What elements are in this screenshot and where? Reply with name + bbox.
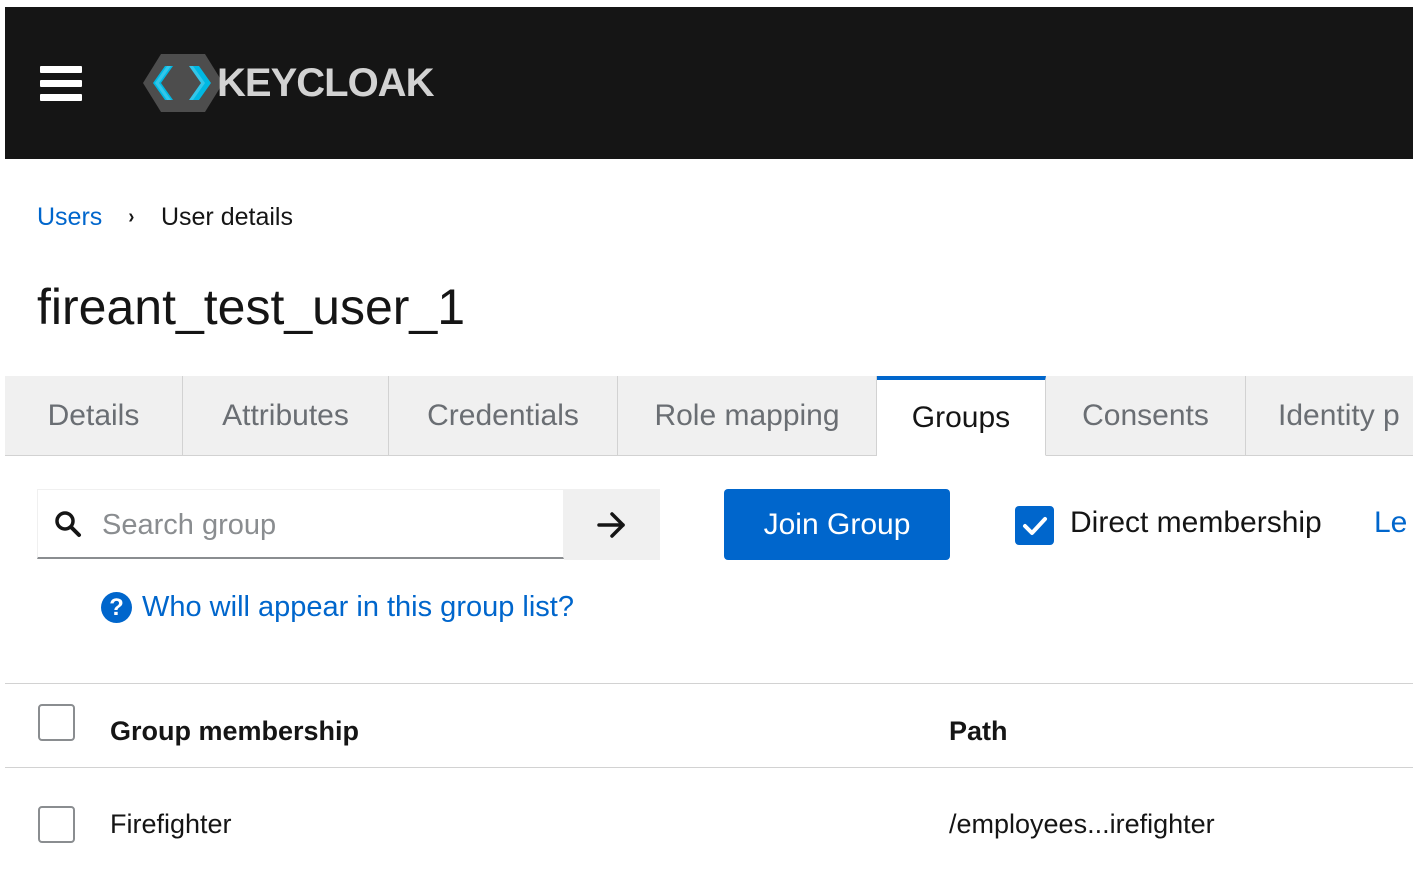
direct-membership-checkbox[interactable]: [1015, 506, 1054, 545]
checkmark-icon: [1022, 516, 1047, 535]
question-circle-icon: ?: [101, 592, 132, 623]
group-path-cell: /employees...irefighter: [949, 809, 1215, 839]
group-name-cell: Firefighter: [110, 809, 232, 839]
keycloak-logo[interactable]: KEYCLOAK: [143, 52, 434, 114]
group-list-help-link[interactable]: ? Who will appear in this group list?: [101, 591, 574, 624]
direct-membership-label: Direct membership: [1070, 506, 1322, 539]
join-group-button[interactable]: Join Group: [724, 489, 950, 560]
search-icon: [55, 511, 81, 537]
tab-role-mapping[interactable]: Role mapping: [618, 376, 877, 455]
column-header-group-membership[interactable]: Group membership: [110, 716, 359, 747]
brand-text: KEYCLOAK: [217, 60, 434, 105]
tab-groups[interactable]: Groups: [877, 376, 1046, 456]
tab-bar: Details Attributes Credentials Role mapp…: [5, 376, 1413, 456]
table-header-divider: [5, 767, 1413, 768]
breadcrumb: Users › User details: [37, 203, 293, 232]
keycloak-logo-icon: [143, 54, 223, 112]
tab-identity-provider-links[interactable]: Identity p: [1246, 376, 1413, 455]
hamburger-menu-icon[interactable]: [40, 64, 82, 102]
column-header-path: Path: [949, 716, 1008, 746]
help-link-text: Who will appear in this group list?: [142, 591, 574, 623]
row-select-checkbox[interactable]: [38, 806, 75, 843]
search-group-field: [37, 489, 564, 559]
tab-attributes[interactable]: Attributes: [183, 376, 389, 455]
chevron-right-icon: ›: [128, 206, 135, 228]
search-input[interactable]: [100, 500, 554, 550]
tab-details[interactable]: Details: [5, 376, 183, 455]
tab-credentials[interactable]: Credentials: [389, 376, 618, 455]
masthead: KEYCLOAK: [5, 7, 1413, 159]
breadcrumb-users-link[interactable]: Users: [37, 203, 102, 232]
search-submit-button[interactable]: [564, 489, 660, 560]
select-all-checkbox[interactable]: [38, 704, 75, 741]
table-top-divider: [5, 683, 1413, 684]
tab-consents[interactable]: Consents: [1046, 376, 1246, 455]
page-title: fireant_test_user_1: [37, 279, 466, 335]
arrow-right-icon: [597, 511, 625, 538]
breadcrumb-current: User details: [160, 203, 293, 231]
leave-group-link[interactable]: Le: [1374, 506, 1413, 540]
